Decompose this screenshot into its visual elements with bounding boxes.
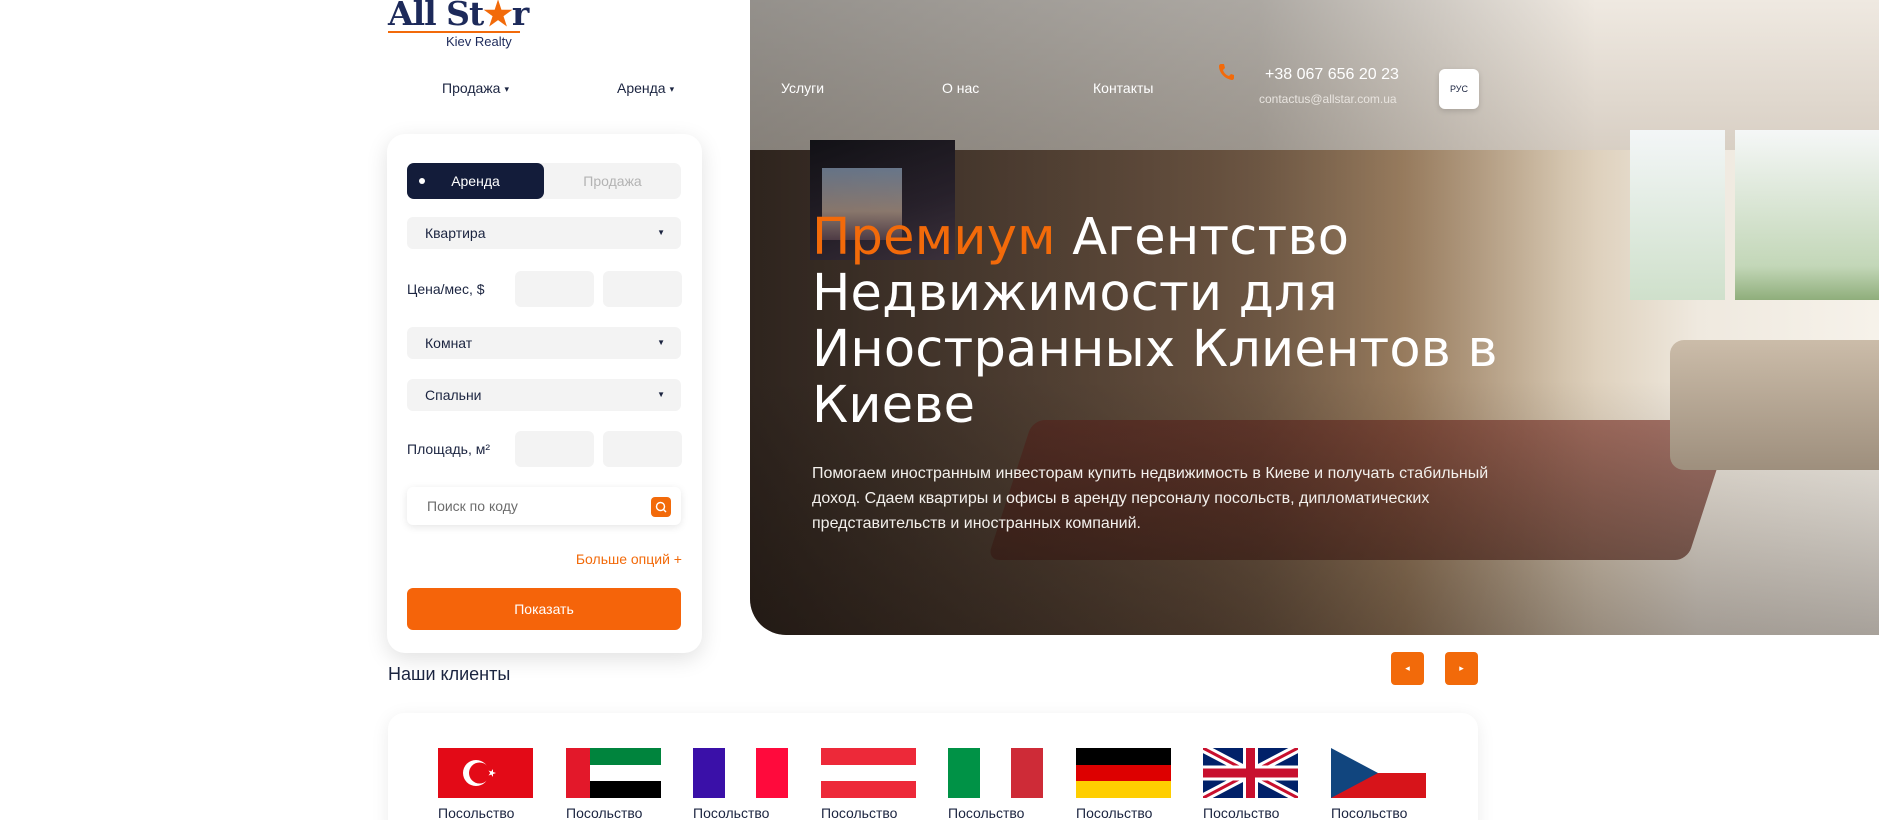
prev-arrow-button[interactable]: ◂ — [1391, 652, 1424, 685]
nav-item-services[interactable]: Услуги — [781, 80, 824, 100]
rooms-select[interactable]: Комнат ▼ — [407, 327, 681, 359]
search-card: Аренда Продажа Квартира ▼ Цена/мес, $ Ко… — [387, 134, 702, 653]
logo[interactable]: All St★r Kiev Realty — [388, 0, 529, 50]
phone-number[interactable]: +38 067 656 20 23 — [1265, 66, 1399, 84]
chevron-down-icon: ▾ — [669, 84, 675, 94]
client-label[interactable]: Посольство — [821, 805, 897, 820]
area-max-input[interactable] — [603, 431, 682, 467]
clients-title: Наши клиенты — [388, 664, 511, 684]
nav-item-contacts[interactable]: Контакты — [1093, 80, 1153, 100]
client-label[interactable]: Посольство — [693, 805, 769, 820]
hero-title: Премиум Агентство Недвижимости для Иност… — [812, 210, 1512, 434]
chevron-down-icon: ▼ — [657, 338, 665, 347]
tab-rent[interactable]: Аренда — [407, 163, 544, 199]
tab-sale[interactable]: Продажа — [544, 163, 681, 199]
czech-republic-flag-icon — [1331, 748, 1426, 798]
more-options-link[interactable]: Больше опций + — [576, 551, 682, 567]
language-switcher[interactable]: РУС — [1439, 69, 1479, 109]
page: { "header": { "logo_main": "All St", "lo… — [0, 0, 1879, 820]
price-min-input[interactable] — [515, 271, 594, 307]
italy-flag-icon — [948, 748, 1043, 798]
client-label[interactable]: Посольство — [1203, 805, 1279, 820]
price-label: Цена/мес, $ — [407, 281, 485, 297]
code-search-input[interactable] — [427, 487, 647, 525]
property-type-select[interactable]: Квартира ▼ — [407, 217, 681, 249]
search-button[interactable] — [651, 497, 671, 517]
france-flag-icon — [693, 748, 788, 798]
show-button[interactable]: Показать — [407, 588, 681, 630]
bedrooms-select[interactable]: Спальни ▼ — [407, 379, 681, 411]
client-label[interactable]: Посольство — [948, 805, 1024, 820]
germany-flag-icon — [1076, 748, 1171, 798]
united-kingdom-flag-icon — [1203, 748, 1298, 798]
area-label: Площадь, м² — [407, 441, 491, 457]
logo-subtitle: Kiev Realty — [446, 34, 512, 49]
active-dot-icon — [419, 178, 425, 184]
austria-flag-icon — [821, 748, 916, 798]
client-label[interactable]: Посольство — [1331, 805, 1407, 820]
logo-underline — [388, 31, 520, 33]
deal-type-toggle: Аренда Продажа — [407, 163, 681, 199]
chevron-down-icon: ▼ — [657, 228, 665, 237]
nav-item-sale[interactable]: Продажа ▾ — [442, 80, 509, 100]
uae-flag-icon — [566, 748, 661, 798]
area-min-input[interactable] — [515, 431, 594, 467]
search-icon — [655, 501, 667, 513]
turkey-flag-icon — [438, 748, 533, 798]
hero-title-accent: Премиум — [812, 208, 1056, 267]
phone-icon[interactable] — [1218, 63, 1234, 81]
chevron-down-icon: ▼ — [657, 390, 665, 399]
code-search-field — [407, 487, 681, 525]
email-link[interactable]: contactus@allstar.com.ua — [1259, 92, 1397, 106]
price-max-input[interactable] — [603, 271, 682, 307]
clients-carousel — [388, 713, 1478, 820]
client-label[interactable]: Посольство — [566, 805, 642, 820]
nav-item-about[interactable]: О нас — [942, 80, 979, 100]
client-label[interactable]: Посольство — [1076, 805, 1152, 820]
nav-item-rent[interactable]: Аренда ▾ — [617, 80, 674, 100]
hero-lead: Помогаем иностранным инвесторам купить н… — [812, 465, 1489, 532]
logo-wordmark: All St★r — [388, 0, 529, 33]
chevron-down-icon: ▾ — [504, 84, 509, 94]
next-arrow-button[interactable]: ▸ — [1445, 652, 1478, 685]
client-label[interactable]: Посольство — [438, 805, 514, 820]
